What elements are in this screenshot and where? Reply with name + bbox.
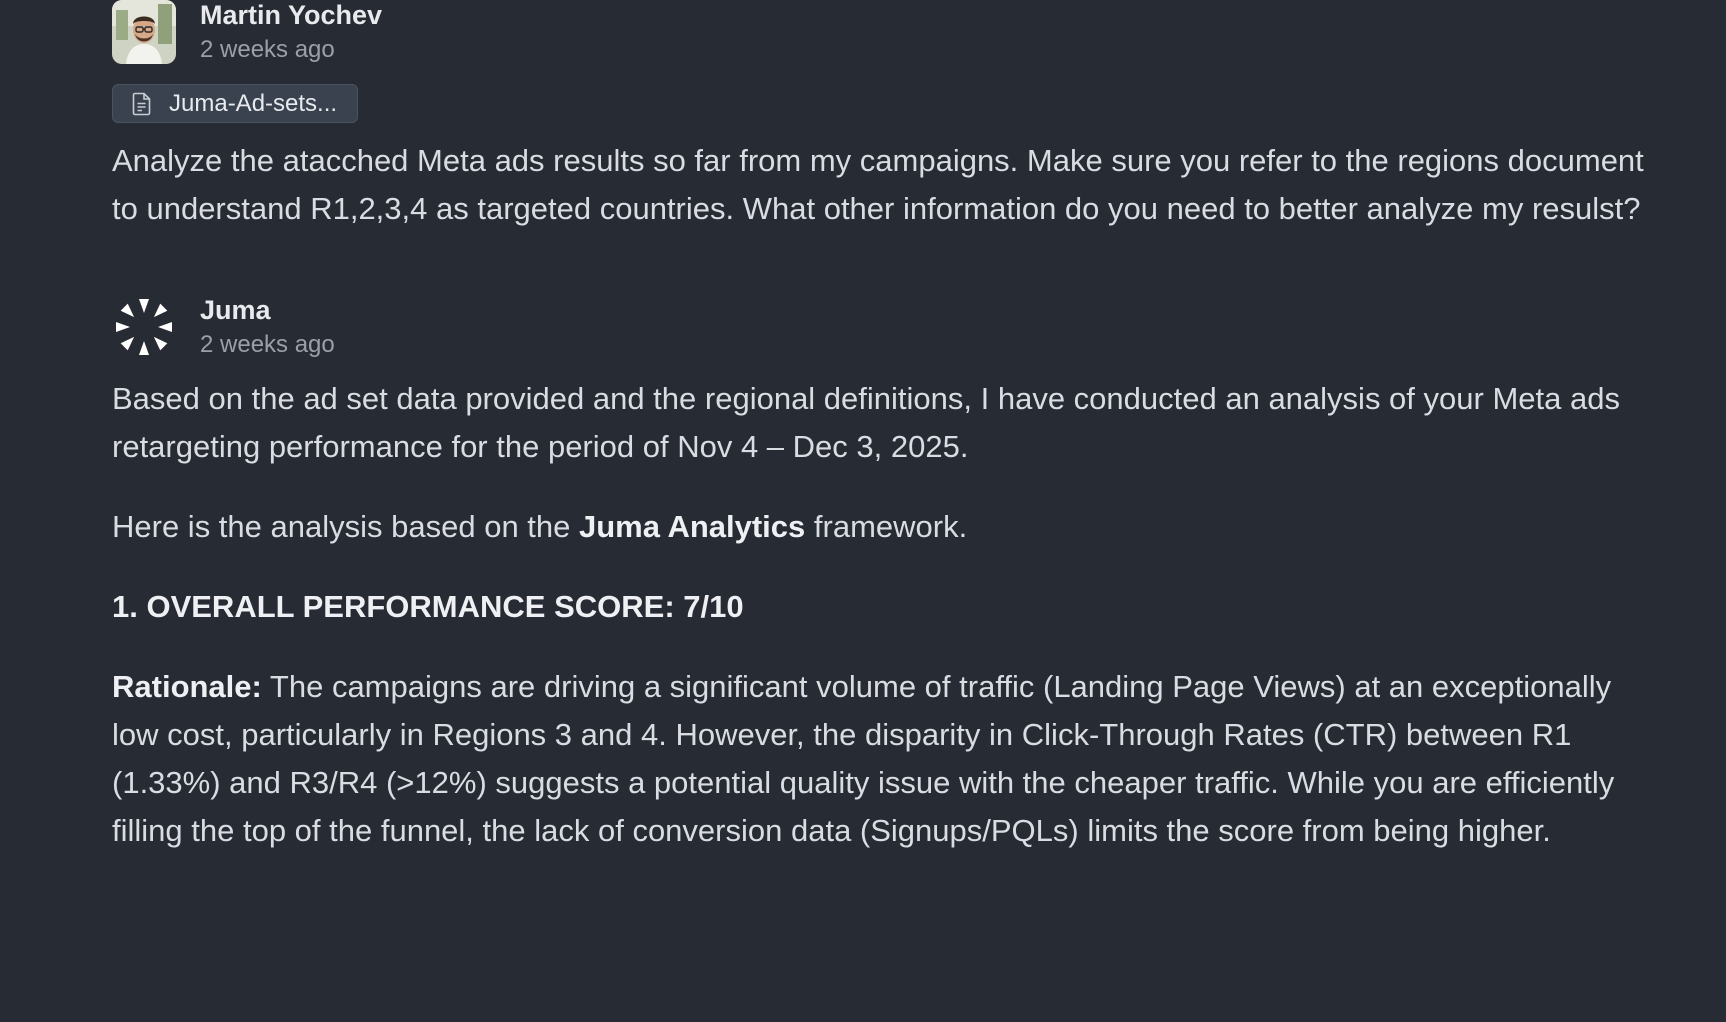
chat-thread: Martin Yochev 2 weeks ago Juma-Ad-sets..… [112, 0, 1652, 855]
assistant-message: Juma 2 weeks ago Based on the ad set dat… [112, 295, 1652, 855]
attachment-chip[interactable]: Juma-Ad-sets... [112, 84, 359, 123]
file-doc-icon [131, 92, 153, 116]
user-message-text: Analyze the atacched Meta ads results so… [112, 143, 1644, 226]
message-timestamp: 2 weeks ago [200, 331, 335, 358]
user-avatar[interactable] [112, 0, 176, 64]
user-photo-avatar [112, 0, 176, 64]
author-name: Juma [200, 295, 271, 325]
framework-sentence: Here is the analysis based on the Juma A… [112, 503, 1652, 551]
attachment-filename: Juma-Ad-sets... [169, 89, 338, 117]
message-header: Martin Yochev 2 weeks ago [112, 0, 1652, 64]
rationale-label: Rationale: [112, 669, 262, 704]
framework-prefix: Here is the analysis based on the [112, 509, 579, 544]
assistant-avatar [112, 295, 176, 359]
assistant-intro-text: Based on the ad set data provided and th… [112, 381, 1620, 464]
rationale-text: The campaigns are driving a significant … [112, 669, 1615, 848]
rationale-paragraph: Rationale: The campaigns are driving a s… [112, 663, 1652, 855]
message-header: Juma 2 weeks ago [112, 295, 1652, 359]
juma-logo-icon [112, 295, 176, 359]
section-heading: 1. OVERALL PERFORMANCE SCORE: 7/10 [112, 589, 744, 624]
message-meta: Martin Yochev 2 weeks ago [200, 0, 382, 66]
message-timestamp: 2 weeks ago [200, 36, 335, 63]
framework-suffix: framework. [805, 509, 968, 544]
message-meta: Juma 2 weeks ago [200, 293, 335, 361]
user-message: Martin Yochev 2 weeks ago Juma-Ad-sets..… [112, 0, 1652, 233]
framework-name: Juma Analytics [579, 509, 806, 544]
author-name: Martin Yochev [200, 0, 383, 30]
